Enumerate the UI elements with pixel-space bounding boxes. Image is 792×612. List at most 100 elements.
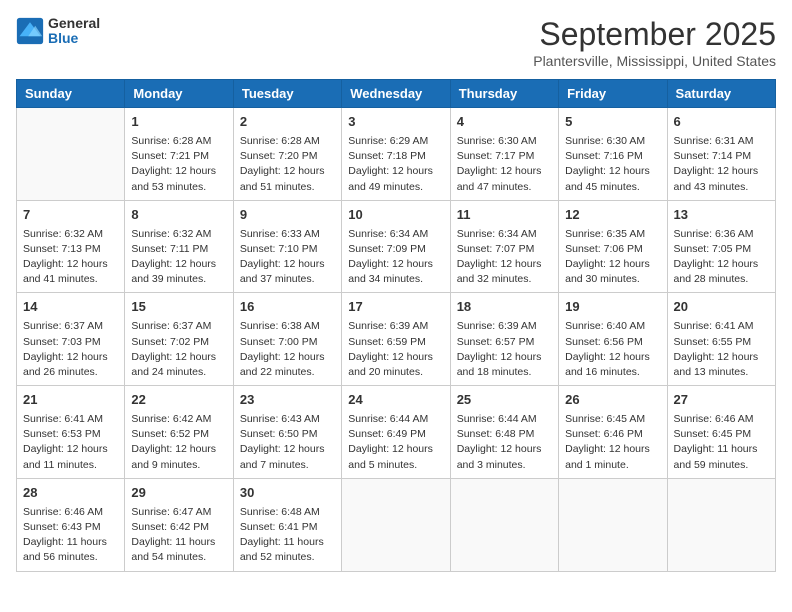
day-info: Sunrise: 6:40 AM — [565, 319, 660, 334]
day-number: 2 — [240, 113, 335, 132]
calendar-cell: 8Sunrise: 6:32 AMSunset: 7:11 PMDaylight… — [125, 200, 233, 293]
day-number: 20 — [674, 298, 769, 317]
calendar-cell: 22Sunrise: 6:42 AMSunset: 6:52 PMDayligh… — [125, 386, 233, 479]
day-number: 13 — [674, 206, 769, 225]
day-number: 10 — [348, 206, 443, 225]
calendar-cell: 13Sunrise: 6:36 AMSunset: 7:05 PMDayligh… — [667, 200, 775, 293]
day-info: Sunset: 7:14 PM — [674, 149, 769, 164]
day-info: Sunrise: 6:43 AM — [240, 412, 335, 427]
day-number: 4 — [457, 113, 552, 132]
day-info: Sunrise: 6:47 AM — [131, 505, 226, 520]
day-info: Daylight: 12 hours and 32 minutes. — [457, 257, 552, 287]
calendar-table: SundayMondayTuesdayWednesdayThursdayFrid… — [16, 79, 776, 572]
day-number: 26 — [565, 391, 660, 410]
day-info: Sunset: 7:06 PM — [565, 242, 660, 257]
day-of-week-header: Friday — [559, 80, 667, 108]
day-info: Sunrise: 6:46 AM — [674, 412, 769, 427]
day-number: 3 — [348, 113, 443, 132]
day-info: Daylight: 12 hours and 7 minutes. — [240, 442, 335, 472]
day-info: Sunrise: 6:42 AM — [131, 412, 226, 427]
calendar-cell: 20Sunrise: 6:41 AMSunset: 6:55 PMDayligh… — [667, 293, 775, 386]
day-number: 17 — [348, 298, 443, 317]
day-info: Daylight: 12 hours and 34 minutes. — [348, 257, 443, 287]
day-number: 11 — [457, 206, 552, 225]
day-info: Sunset: 6:55 PM — [674, 335, 769, 350]
day-info: Daylight: 12 hours and 13 minutes. — [674, 350, 769, 380]
calendar-week-row: 7Sunrise: 6:32 AMSunset: 7:13 PMDaylight… — [17, 200, 776, 293]
calendar-cell: 29Sunrise: 6:47 AMSunset: 6:42 PMDayligh… — [125, 478, 233, 571]
day-info: Sunset: 6:57 PM — [457, 335, 552, 350]
day-info: Sunrise: 6:30 AM — [457, 134, 552, 149]
day-info: Sunset: 7:13 PM — [23, 242, 118, 257]
day-number: 24 — [348, 391, 443, 410]
calendar-cell: 12 Sunrise: 6:35 AMSunset: 7:06 PMDayligh… — [559, 200, 667, 293]
calendar-cell: 28Sunrise: 6:46 AMSunset: 6:43 PMDayligh… — [17, 478, 125, 571]
day-info: Sunset: 7:03 PM — [23, 335, 118, 350]
calendar-cell: 5Sunrise: 6:30 AMSunset: 7:16 PMDaylight… — [559, 108, 667, 201]
day-number: 29 — [131, 484, 226, 503]
calendar-cell: 27Sunrise: 6:46 AMSunset: 6:45 PMDayligh… — [667, 386, 775, 479]
calendar-cell: 14Sunrise: 6:37 AMSunset: 7:03 PMDayligh… — [17, 293, 125, 386]
calendar-cell: 11Sunrise: 6:34 AMSunset: 7:07 PMDayligh… — [450, 200, 558, 293]
day-of-week-header: Monday — [125, 80, 233, 108]
day-info: Sunrise: 6:28 AM — [131, 134, 226, 149]
day-info: Sunset: 6:46 PM — [565, 427, 660, 442]
calendar-cell: 19Sunrise: 6:40 AMSunset: 6:56 PMDayligh… — [559, 293, 667, 386]
day-info: Daylight: 12 hours and 16 minutes. — [565, 350, 660, 380]
calendar-cell: 15Sunrise: 6:37 AMSunset: 7:02 PMDayligh… — [125, 293, 233, 386]
day-info: Daylight: 11 hours and 56 minutes. — [23, 535, 118, 565]
day-info: Sunset: 6:59 PM — [348, 335, 443, 350]
day-of-week-header: Tuesday — [233, 80, 341, 108]
day-info: Sunrise: 6:36 AM — [674, 227, 769, 242]
calendar-week-row: 14Sunrise: 6:37 AMSunset: 7:03 PMDayligh… — [17, 293, 776, 386]
day-info: Sunrise: 6:32 AM — [23, 227, 118, 242]
calendar-cell: 3Sunrise: 6:29 AMSunset: 7:18 PMDaylight… — [342, 108, 450, 201]
day-info: Daylight: 12 hours and 22 minutes. — [240, 350, 335, 380]
day-info: Sunset: 7:21 PM — [131, 149, 226, 164]
logo: General Blue — [16, 16, 100, 47]
day-info: Sunset: 6:48 PM — [457, 427, 552, 442]
day-info: Sunrise: 6:29 AM — [348, 134, 443, 149]
day-number: 25 — [457, 391, 552, 410]
day-info: Sunset: 6:53 PM — [23, 427, 118, 442]
day-of-week-header: Sunday — [17, 80, 125, 108]
day-info: Sunset: 7:17 PM — [457, 149, 552, 164]
day-number: 21 — [23, 391, 118, 410]
day-info: Sunrise: 6:48 AM — [240, 505, 335, 520]
calendar-cell: 23Sunrise: 6:43 AMSunset: 6:50 PMDayligh… — [233, 386, 341, 479]
day-info: Daylight: 12 hours and 20 minutes. — [348, 350, 443, 380]
day-info: Daylight: 12 hours and 30 minutes. — [565, 257, 660, 287]
day-info: Daylight: 12 hours and 18 minutes. — [457, 350, 552, 380]
day-info: Sunset: 7:10 PM — [240, 242, 335, 257]
day-info: Daylight: 11 hours and 52 minutes. — [240, 535, 335, 565]
calendar-cell: 6Sunrise: 6:31 AMSunset: 7:14 PMDaylight… — [667, 108, 775, 201]
day-number: 28 — [23, 484, 118, 503]
day-info: Sunrise: 6:31 AM — [674, 134, 769, 149]
day-info: Sunrise: 6:38 AM — [240, 319, 335, 334]
day-info: Sunset: 6:52 PM — [131, 427, 226, 442]
day-info: Sunset: 6:49 PM — [348, 427, 443, 442]
day-number: 22 — [131, 391, 226, 410]
day-info: Daylight: 12 hours and 45 minutes. — [565, 164, 660, 194]
calendar-cell: 26Sunrise: 6:45 AMSunset: 6:46 PMDayligh… — [559, 386, 667, 479]
day-info: Sunset: 6:41 PM — [240, 520, 335, 535]
day-info: Sunset: 6:56 PM — [565, 335, 660, 350]
day-of-week-header: Wednesday — [342, 80, 450, 108]
day-of-week-header: Saturday — [667, 80, 775, 108]
day-info: Sunrise: 6:33 AM — [240, 227, 335, 242]
day-info: Sunrise: 6:35 AM — [565, 227, 660, 242]
day-number: 12 — [565, 206, 660, 225]
calendar-cell: 1Sunrise: 6:28 AMSunset: 7:21 PMDaylight… — [125, 108, 233, 201]
calendar-cell: 7Sunrise: 6:32 AMSunset: 7:13 PMDaylight… — [17, 200, 125, 293]
day-info: Sunrise: 6:30 AM — [565, 134, 660, 149]
day-number: 16 — [240, 298, 335, 317]
day-info: Daylight: 12 hours and 5 minutes. — [348, 442, 443, 472]
day-info: Sunrise: 6:45 AM — [565, 412, 660, 427]
calendar-cell — [559, 478, 667, 571]
day-info: Sunset: 7:02 PM — [131, 335, 226, 350]
location: Plantersville, Mississippi, United State… — [533, 53, 776, 69]
day-number: 27 — [674, 391, 769, 410]
day-info: Daylight: 12 hours and 49 minutes. — [348, 164, 443, 194]
calendar-cell — [17, 108, 125, 201]
day-info: Daylight: 12 hours and 41 minutes. — [23, 257, 118, 287]
